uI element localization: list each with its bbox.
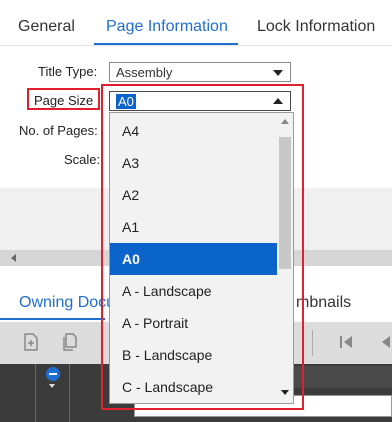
page-size-value: A0 bbox=[116, 94, 136, 109]
tab-general[interactable]: General bbox=[18, 18, 75, 36]
dropdown-scrollbar[interactable] bbox=[277, 113, 293, 403]
title-type-label: Title Type: bbox=[38, 64, 98, 79]
dropdown-option[interactable]: A1 bbox=[110, 211, 277, 243]
bottom-active-tab-indicator bbox=[0, 318, 105, 320]
title-type-value: Assembly bbox=[116, 65, 173, 80]
scroll-left-icon[interactable] bbox=[11, 254, 16, 262]
sort-down-icon[interactable] bbox=[49, 384, 55, 388]
previous-page-icon[interactable] bbox=[378, 332, 392, 352]
copy-document-icon[interactable] bbox=[60, 332, 80, 352]
tab-lock-information[interactable]: Lock Information bbox=[257, 18, 375, 36]
collapse-icon[interactable] bbox=[45, 366, 61, 382]
dropdown-option[interactable]: A - Portrait bbox=[110, 307, 277, 339]
no-of-pages-label: No. of Pages: bbox=[19, 123, 98, 138]
grid-column-divider bbox=[35, 364, 36, 422]
first-page-icon[interactable] bbox=[336, 332, 356, 352]
add-document-icon[interactable] bbox=[21, 332, 41, 352]
page-size-dropdown-list[interactable]: A4 A3 A2 A1 A0 A - Landscape A - Portrai… bbox=[109, 112, 294, 404]
dropdown-option[interactable]: A - Landscape bbox=[110, 275, 277, 307]
page-size-label: Page Size bbox=[34, 93, 94, 108]
chevron-up-icon bbox=[273, 98, 283, 104]
tab-thumbnails[interactable]: mbnails bbox=[296, 294, 351, 312]
dropdown-option[interactable]: A4 bbox=[110, 115, 277, 147]
scale-label: Scale: bbox=[64, 152, 101, 167]
dropdown-option[interactable]: B - Landscape bbox=[110, 339, 277, 371]
grid-column-divider bbox=[69, 364, 70, 422]
scrollbar-thumb[interactable] bbox=[279, 137, 291, 269]
tab-divider bbox=[0, 45, 392, 46]
title-type-select[interactable]: Assembly bbox=[109, 62, 291, 82]
tab-owning-documents[interactable]: Owning Docu bbox=[19, 294, 115, 312]
chevron-down-icon bbox=[273, 70, 283, 76]
tab-page-information[interactable]: Page Information bbox=[106, 18, 228, 36]
dropdown-option-selected[interactable]: A0 bbox=[110, 243, 277, 275]
dropdown-option[interactable]: A2 bbox=[110, 179, 277, 211]
scroll-up-icon[interactable] bbox=[281, 119, 289, 124]
dropdown-option[interactable]: C - Landscape bbox=[110, 371, 277, 403]
scroll-down-icon[interactable] bbox=[281, 390, 289, 395]
dropdown-option[interactable]: A3 bbox=[110, 147, 277, 179]
toolbar-divider bbox=[312, 330, 313, 356]
page-size-select[interactable]: A0 bbox=[109, 91, 291, 111]
